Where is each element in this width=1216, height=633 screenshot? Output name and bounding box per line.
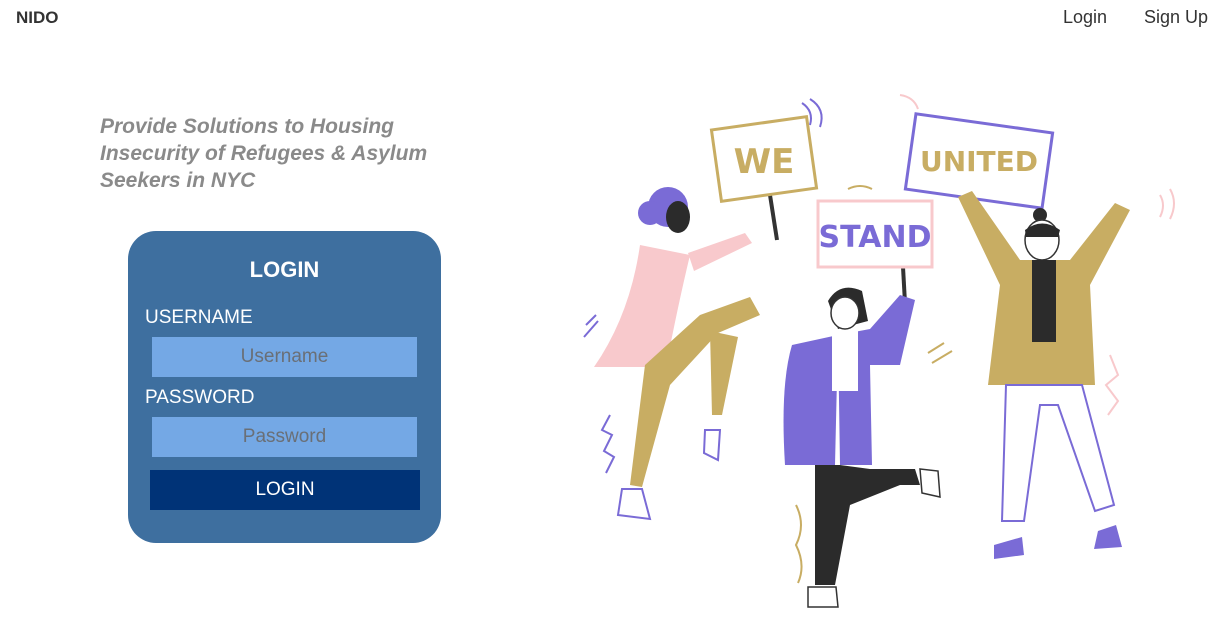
password-input[interactable] [152, 417, 417, 457]
stand-sign: STAND [816, 199, 934, 304]
we-sign: WE [709, 114, 819, 241]
hero-tagline: Provide Solutions to Housing Insecurity … [100, 115, 428, 192]
person-left [594, 187, 760, 521]
login-card: LOGIN USERNAME PASSWORD LOGIN [128, 231, 441, 543]
protest-illustration: WE STAND UNITED [583, 94, 1175, 608]
login-card-title: LOGIN [249, 257, 320, 282]
login-submit-button[interactable]: LOGIN [150, 470, 420, 510]
person-right [958, 191, 1130, 559]
username-input[interactable] [152, 337, 417, 377]
stand-sign-text: STAND [819, 220, 932, 255]
person-middle [783, 287, 941, 608]
united-sign: UNITED [903, 112, 1055, 210]
password-label: PASSWORD [145, 387, 255, 408]
we-sign-text: WE [734, 142, 795, 182]
username-label: USERNAME [145, 307, 253, 328]
nav-signup-link[interactable]: Sign Up [1144, 7, 1208, 28]
brand-logo[interactable]: NIDO [16, 8, 59, 28]
united-sign-text: UNITED [920, 145, 1038, 178]
nav-login-link[interactable]: Login [1063, 7, 1107, 28]
top-navbar: NIDO Login Sign Up [0, 0, 1216, 36]
